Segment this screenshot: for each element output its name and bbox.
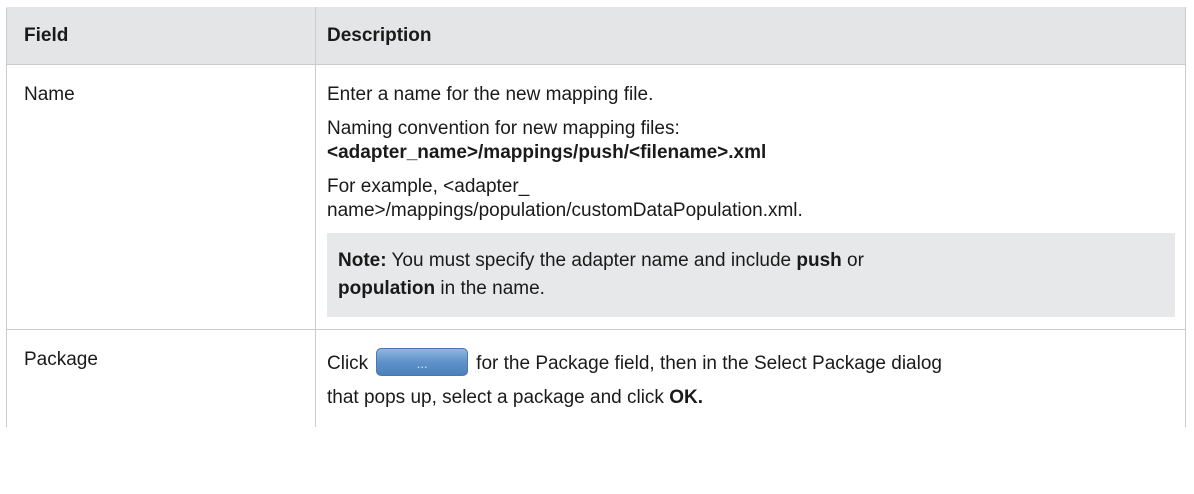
- example-line-2: name>/mappings/population/customDataPopu…: [327, 200, 803, 221]
- note-text-1: You must specify the adapter name and in…: [386, 250, 797, 271]
- package-text-2: that pops up, select a package and click: [327, 387, 670, 408]
- note-keyword-push: push: [796, 250, 842, 271]
- note-text-2: or: [841, 250, 864, 271]
- naming-convention-path: <adapter_name>/mappings/push/<filename>.…: [327, 142, 767, 163]
- package-click-text: Click: [327, 353, 369, 374]
- package-ok-keyword: OK.: [669, 387, 703, 408]
- field-label-name: Name: [24, 84, 75, 105]
- description-cell-package: Click... for the Package field, then in t…: [315, 329, 1186, 427]
- package-text-1: for the Package field, then in the Selec…: [476, 353, 942, 374]
- name-intro-text: Enter a name for the new mapping file.: [327, 84, 654, 105]
- naming-convention-text: Naming convention for new mapping files:: [327, 118, 680, 139]
- page: Field Description Name Enter a name for …: [0, 0, 1194, 494]
- header-field: Field: [6, 7, 316, 65]
- naming-convention: Naming convention for new mapping files:…: [327, 117, 1175, 165]
- example-line-1: For example, <adapter_: [327, 176, 530, 197]
- fields-table: Field Description Name Enter a name for …: [6, 7, 1186, 427]
- field-label-package: Package: [24, 349, 98, 370]
- note-box: Note: You must specify the adapter name …: [327, 233, 1175, 317]
- example-text: For example, <adapter_ name>/mappings/po…: [327, 175, 1175, 223]
- note-text-3: in the name.: [435, 278, 545, 299]
- table-header-row: Field Description: [6, 7, 1186, 65]
- field-cell-package: Package: [6, 329, 316, 427]
- browse-package-button[interactable]: ...: [376, 347, 469, 376]
- field-cell-name: Name: [6, 64, 316, 330]
- table-row-package: Package Click... for the Package field, t…: [6, 329, 1186, 427]
- note-label: Note:: [338, 250, 387, 271]
- table-row-name: Name Enter a name for the new mapping fi…: [6, 64, 1186, 330]
- note-keyword-population: population: [338, 278, 436, 299]
- header-description: Description: [315, 7, 1186, 65]
- description-cell-name: Enter a name for the new mapping file. N…: [315, 64, 1186, 330]
